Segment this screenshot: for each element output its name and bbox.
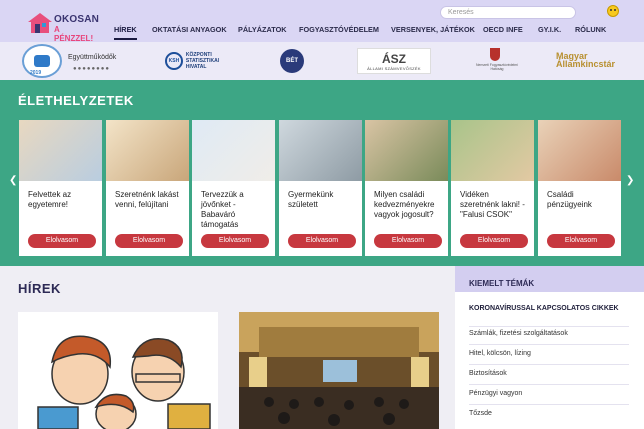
partners-label: Együttműködők	[68, 54, 117, 61]
card-photo	[538, 120, 621, 181]
card-text: Gyermekünk született	[288, 190, 334, 209]
award-badge-icon	[34, 55, 50, 67]
partners-strip: 2019 Együttműködők ●●●●●●●●	[0, 42, 644, 80]
featured-topics-panel: KIEMELT TÉMÁK KORONAVÍRUSSAL KAPCSOLATOS…	[455, 266, 644, 429]
nav-fogyasztovedelem[interactable]: FOGYASZTÓVÉDELEM	[299, 25, 379, 34]
ma-line-2: Államkincstár	[556, 59, 616, 70]
topic-link[interactable]: Számlák, fizetési szolgáltatások	[469, 330, 568, 337]
award-badge-year: 2019	[30, 70, 42, 76]
news-image-2[interactable]	[239, 312, 439, 429]
cartoon-family-image	[18, 312, 218, 429]
coat-of-arms-icon[interactable]	[490, 48, 500, 61]
divider	[469, 326, 629, 327]
topic-link[interactable]: Hitel, kölcsön, lízing	[469, 350, 531, 357]
life-card[interactable]: Családi pénzügyeink Elolvasom	[538, 120, 621, 256]
card-text: Vidéken szeretnénk lakni! - "Falusi CSOK…	[460, 190, 525, 219]
award-badge[interactable]: 2019	[22, 44, 62, 78]
read-button[interactable]: Elolvasom	[374, 234, 442, 248]
life-card[interactable]: Milyen családi kedvezményekre vagyok jog…	[365, 120, 448, 256]
divider	[469, 404, 629, 405]
card-text: Szeretnénk lakást venni, felújítani	[115, 190, 179, 209]
card-text: Felvettek az egyetemre!	[28, 190, 72, 209]
carousel-next-icon[interactable]: ❯	[626, 175, 634, 186]
topic-link[interactable]: Tőzsde	[469, 410, 492, 417]
card-text: Milyen családi kedvezményekre vagyok jog…	[374, 190, 435, 219]
life-situations-title: ÉLETHELYZETEK	[18, 93, 134, 108]
nav-hirek[interactable]: HÍREK	[114, 25, 137, 40]
conference-hall-image	[239, 312, 439, 429]
site-header: OKOSAN A PÉNZZEL! HÍREK OKTATÁSI ANYAGOK…	[0, 0, 644, 43]
partner-bet[interactable]: BÉT	[280, 49, 304, 73]
asz-logo-text: ÁSZ	[382, 51, 406, 66]
read-button[interactable]: Elolvasom	[460, 234, 528, 248]
news-title: HÍREK	[18, 281, 61, 296]
ksh-logo-icon: KSH	[164, 52, 183, 70]
asz-subtitle: ÁLLAMI SZÁMVEVŐSZÉK	[367, 65, 421, 71]
news-image-1[interactable]	[18, 312, 218, 429]
life-card[interactable]: Gyermekünk született Elolvasom	[279, 120, 362, 256]
house-logo-icon	[28, 13, 52, 33]
ksh-abbr: KSH	[168, 57, 180, 64]
crest-caption: Nemzeti Fogyasztóvédelmi Hatóság	[475, 63, 518, 71]
topic-link[interactable]: KORONAVÍRUSSAL KAPCSOLATOS CIKKEK	[469, 304, 619, 314]
nav-palyazatok[interactable]: PÁLYÁZATOK	[238, 25, 287, 34]
nav-oktatasi-anyagok[interactable]: OKTATÁSI ANYAGOK	[152, 25, 227, 34]
smiley-icon[interactable]	[607, 5, 619, 17]
card-text: Tervezzük a jövőnket - Babaváró támogatá…	[201, 190, 244, 229]
partner-ksh[interactable]: KSH KÖZPONTI STATISZTIKAI HIVATAL	[160, 48, 224, 74]
carousel-prev-icon[interactable]: ❮	[9, 175, 17, 186]
topic-link[interactable]: Pénzügyi vagyon	[469, 390, 522, 397]
nav-gyik[interactable]: GY.I.K.	[538, 25, 561, 34]
card-text: Családi pénzügyeink	[547, 190, 592, 209]
ksh-text: KÖZPONTI STATISZTIKAI HIVATAL	[186, 52, 219, 70]
card-photo	[19, 120, 102, 181]
divider	[469, 384, 629, 385]
carousel-dots[interactable]: ●●●●●●●●	[73, 66, 110, 72]
life-card[interactable]: Szeretnénk lakást venni, felújítani Elol…	[106, 120, 189, 256]
read-button[interactable]: Elolvasom	[201, 234, 269, 248]
nav-rolunk[interactable]: RÓLUNK	[575, 25, 606, 34]
card-photo	[451, 120, 534, 181]
card-photo	[365, 120, 448, 181]
life-card[interactable]: Felvettek az egyetemre! Elolvasom	[19, 120, 102, 256]
partner-asz[interactable]: ÁSZ ÁLLAMI SZÁMVEVŐSZÉK	[357, 48, 431, 74]
life-card[interactable]: Tervezzük a jövőnket - Babaváró támogatá…	[192, 120, 275, 256]
card-photo	[192, 120, 275, 181]
topic-link[interactable]: Biztosítások	[469, 370, 507, 377]
ksh-line-3: HIVATAL	[185, 64, 207, 70]
logo-text-2: A PÉNZZEL!	[54, 25, 94, 43]
read-button[interactable]: Elolvasom	[28, 234, 96, 248]
partner-magyar-allamkincstar[interactable]: Magyar Államkincstár	[556, 51, 616, 70]
read-button[interactable]: Elolvasom	[547, 234, 615, 248]
nav-versenyek[interactable]: VERSENYEK, JÁTÉKOK	[391, 25, 475, 34]
divider	[469, 364, 629, 365]
logo-text-1: OKOSAN	[54, 14, 100, 25]
divider	[469, 344, 629, 345]
card-photo	[106, 120, 189, 181]
read-button[interactable]: Elolvasom	[115, 234, 183, 248]
featured-topics-title: KIEMELT TÉMÁK	[469, 279, 535, 288]
life-card[interactable]: Vidéken szeretnénk lakni! - "Falusi CSOK…	[451, 120, 534, 256]
card-photo	[279, 120, 362, 181]
site-logo[interactable]: OKOSAN A PÉNZZEL!	[27, 10, 100, 43]
nav-oecd-infe[interactable]: OECD INFE	[483, 25, 523, 34]
search-input[interactable]: Keresés	[440, 6, 576, 19]
read-button[interactable]: Elolvasom	[288, 234, 356, 248]
